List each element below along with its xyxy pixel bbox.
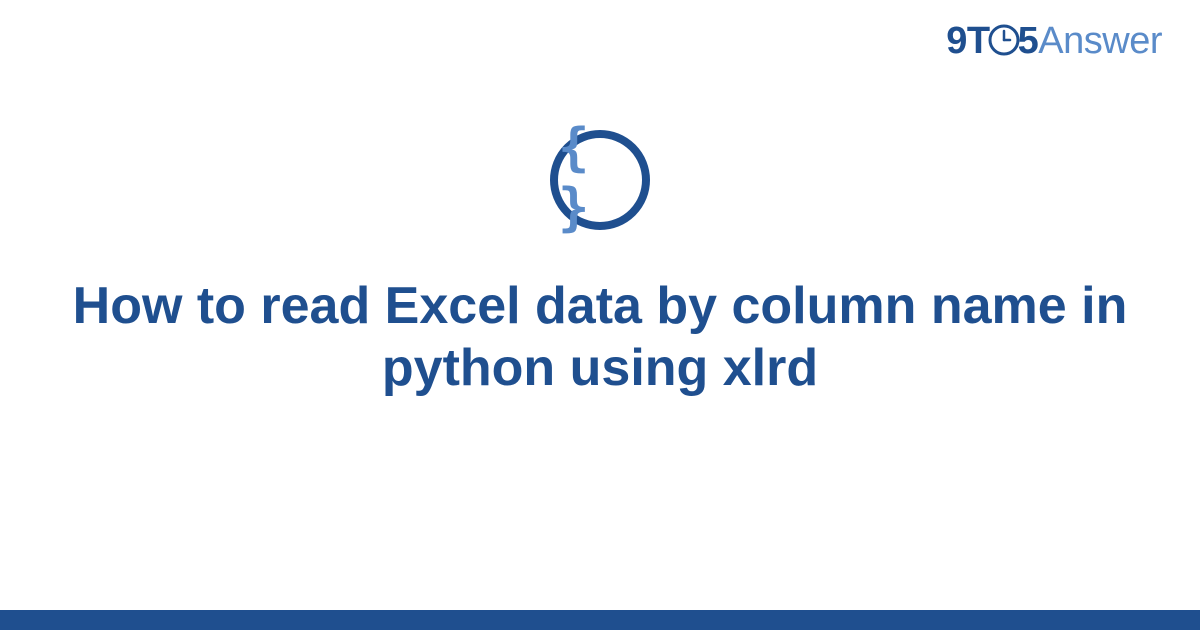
category-icon-circle: { } [550,130,650,230]
site-logo: 9T 5Answer [946,20,1162,63]
logo-prefix: 9T [946,20,989,62]
code-braces-icon: { } [558,118,642,238]
clock-icon [988,24,1020,56]
footer-bar [0,610,1200,630]
logo-suffix: Answer [1038,20,1162,62]
page-title: How to read Excel data by column name in… [0,275,1200,400]
logo-middle: 5 [1018,20,1039,62]
